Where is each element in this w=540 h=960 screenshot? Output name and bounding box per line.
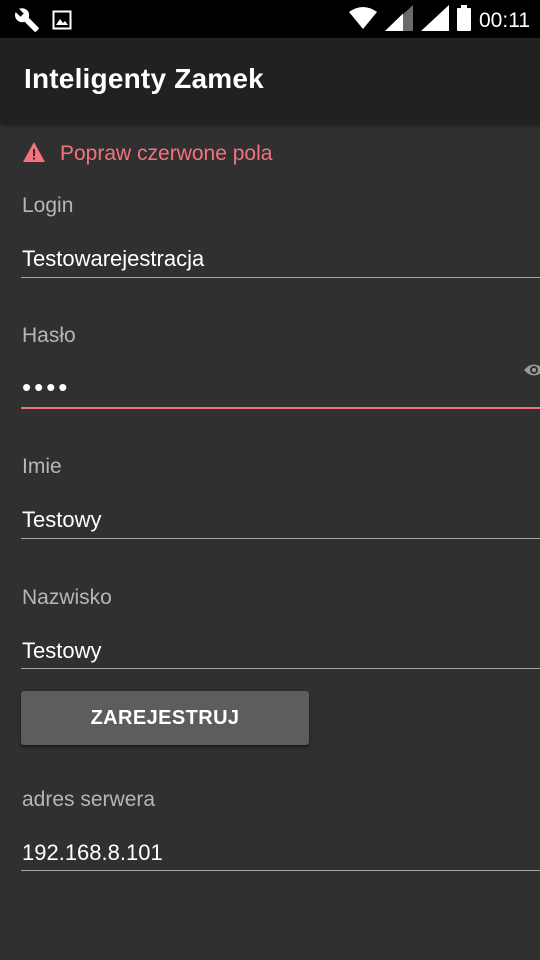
- image-icon: [52, 10, 72, 35]
- clock: 00:11: [479, 8, 530, 32]
- error-message: Popraw czerwone pola: [22, 140, 272, 168]
- page-title: Inteligenty Zamek: [24, 63, 264, 94]
- password-field[interactable]: ••••: [22, 372, 70, 403]
- first-name-field[interactable]: Testowy: [22, 507, 101, 533]
- last-name-field[interactable]: Testowy: [22, 638, 101, 664]
- server-address-underline: [21, 870, 540, 871]
- first-name-underline: [21, 538, 540, 539]
- signal-icon: [421, 5, 449, 36]
- register-button[interactable]: ZAREJESTRUJ: [21, 691, 309, 745]
- battery-icon: [457, 5, 471, 36]
- app-toolbar: Inteligenty Zamek: [0, 38, 540, 123]
- login-underline: [21, 277, 540, 278]
- wifi-icon: [349, 6, 377, 35]
- first-name-label: Imie: [22, 455, 62, 478]
- password-underline: [21, 407, 540, 409]
- server-address-label: adres serwera: [22, 788, 156, 811]
- eye-icon[interactable]: [524, 361, 540, 384]
- login-field[interactable]: Testowarejestracja: [22, 246, 204, 272]
- password-label: Hasło: [22, 324, 76, 347]
- wrench-icon: [14, 7, 40, 38]
- last-name-underline: [21, 668, 540, 669]
- status-bar: 00:11: [0, 0, 540, 38]
- login-label: Login: [22, 194, 74, 217]
- signal-icon: [385, 5, 413, 36]
- server-address-field[interactable]: 192.168.8.101: [22, 840, 163, 866]
- last-name-label: Nazwisko: [22, 586, 112, 609]
- error-text: Popraw czerwone pola: [60, 142, 273, 165]
- warning-icon: [22, 141, 46, 168]
